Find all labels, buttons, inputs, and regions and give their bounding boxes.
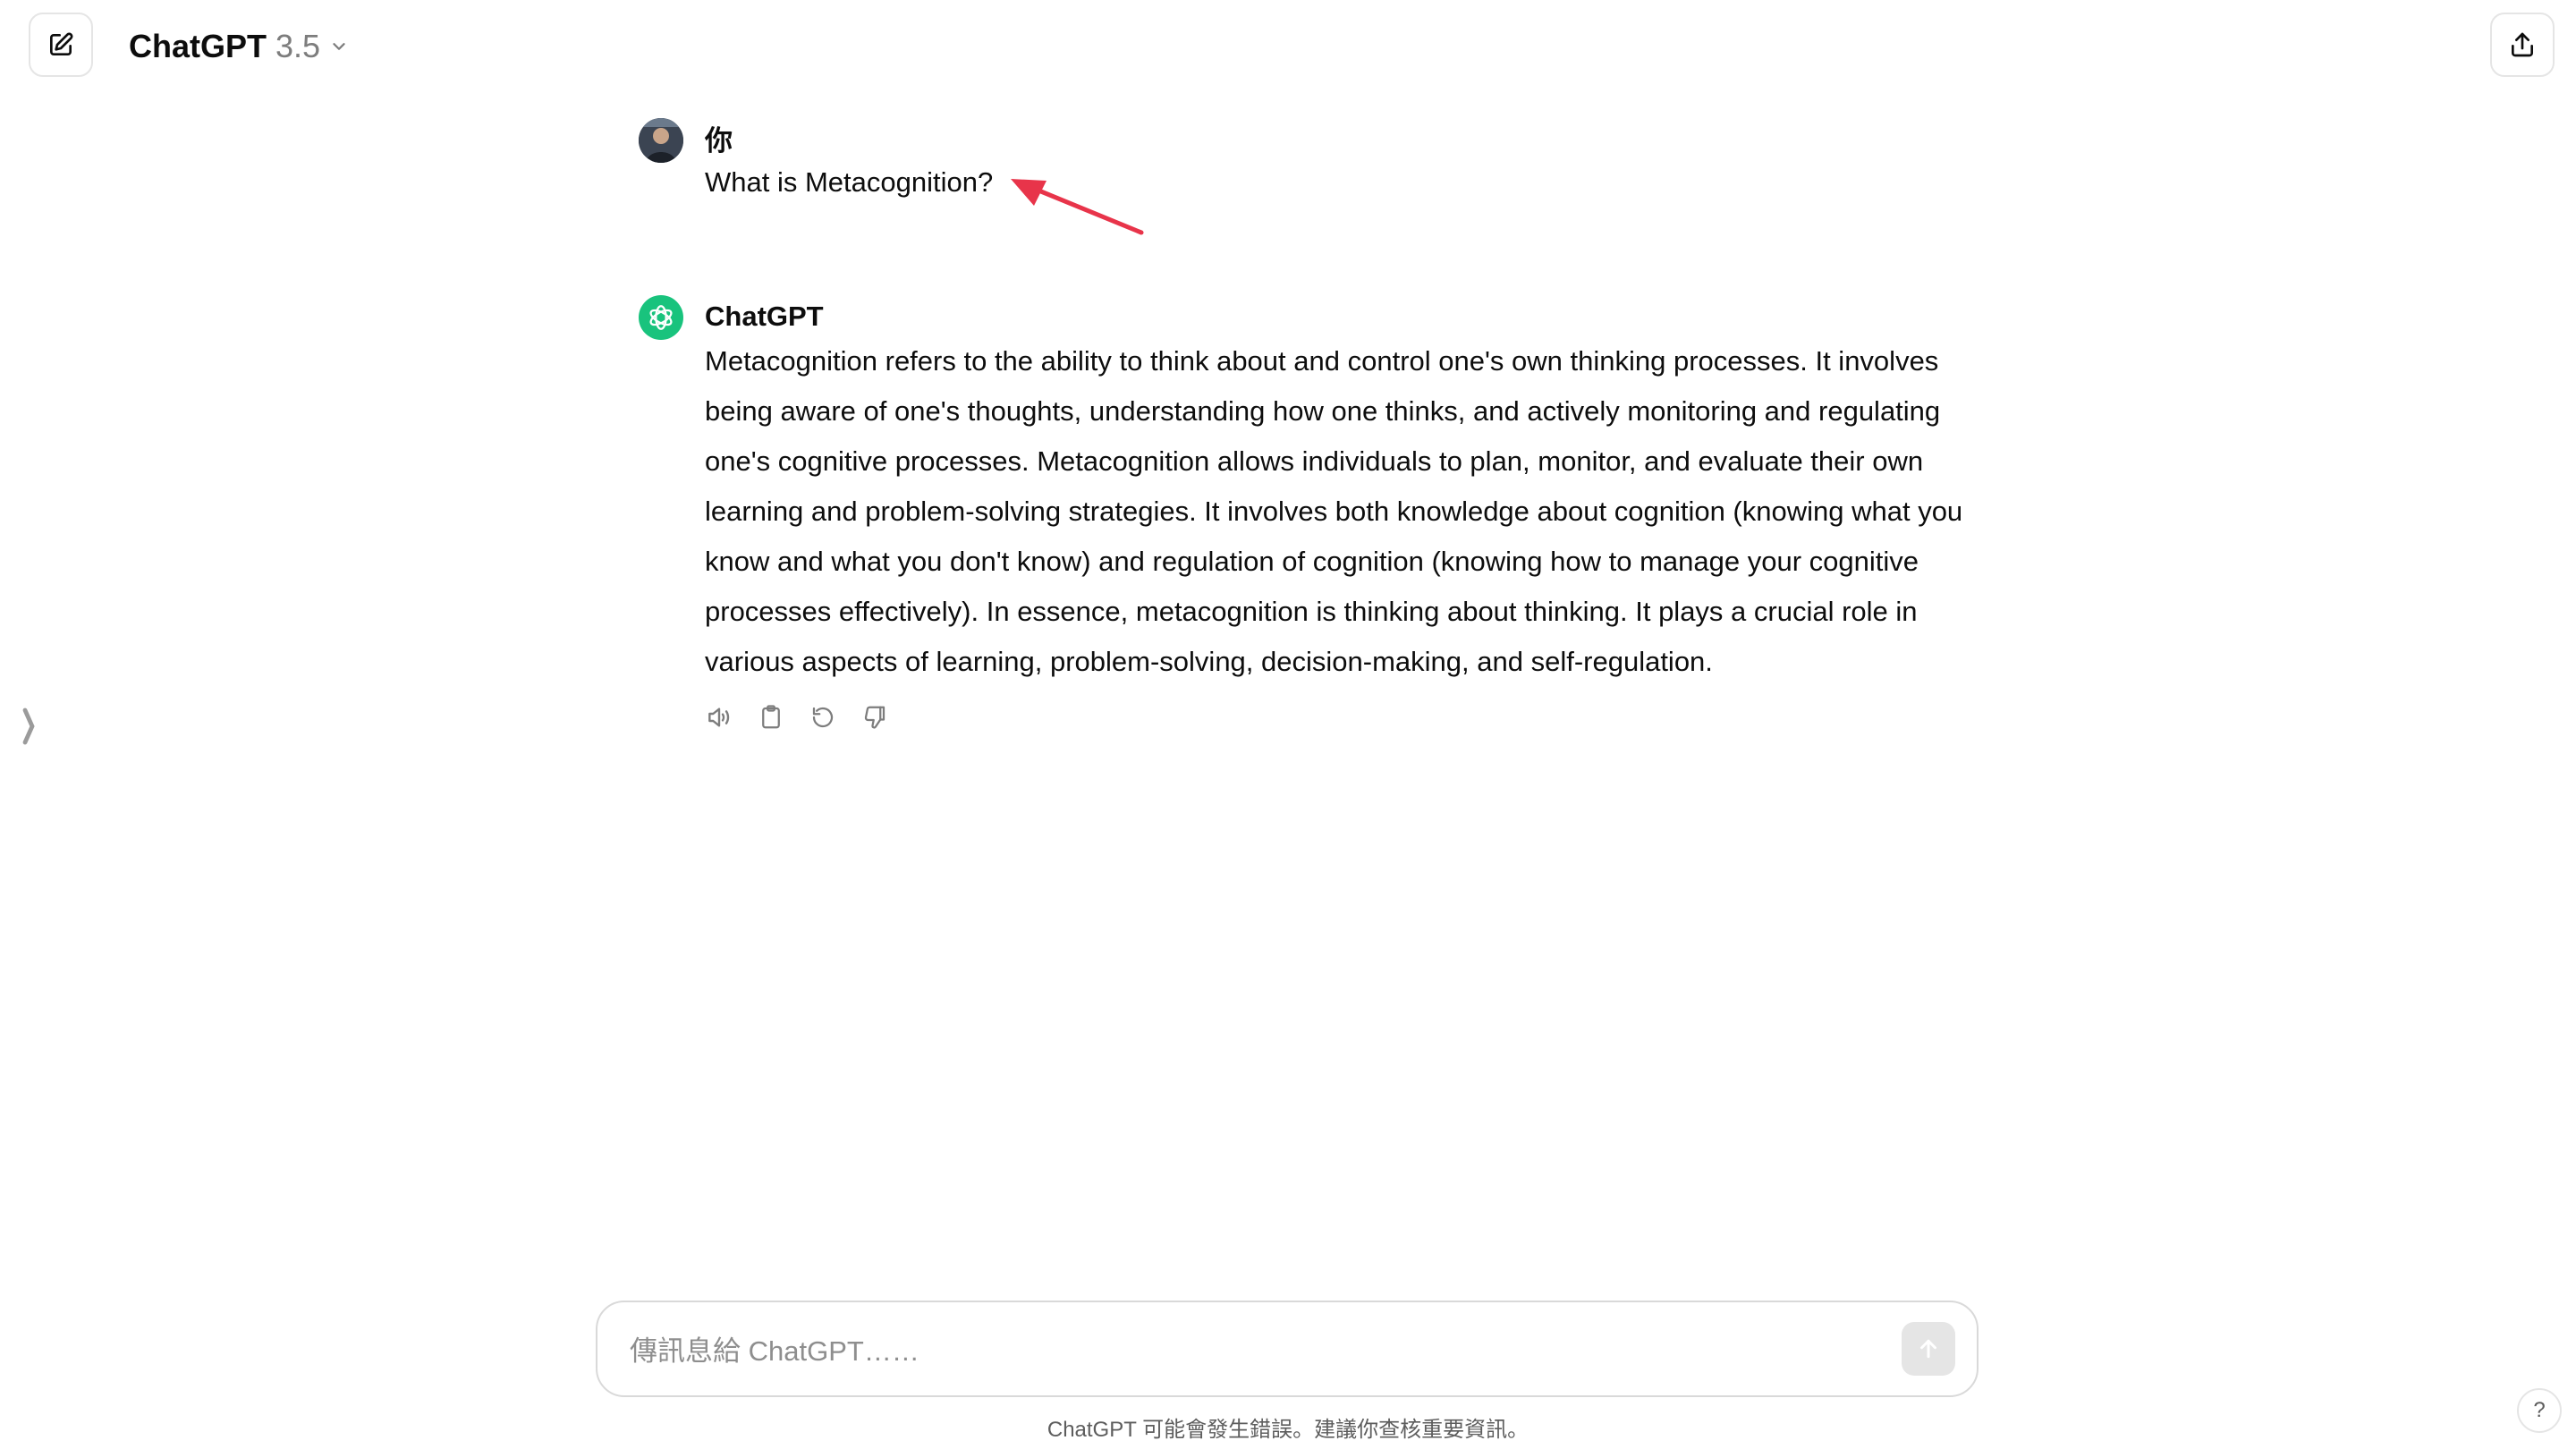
disclaimer-text: ChatGPT 可能會發生錯誤。建議你查核重要資訊。 (1046, 1418, 1530, 1442)
message-composer (596, 1301, 1979, 1397)
model-switcher[interactable]: ChatGPT 3.5 (129, 21, 349, 72)
bad-response-button[interactable] (860, 703, 889, 732)
sidebar-open-icon (22, 708, 35, 745)
sidebar-toggle[interactable] (18, 707, 39, 746)
edit-icon (50, 32, 73, 55)
annotation-arrow-icon (1011, 179, 1144, 235)
chat-page: ChatGPT 3.5 你 What is Metacognition? Cha… (0, 0, 2576, 1449)
help-label: ? (2533, 1398, 2546, 1422)
user-author-label: 你 (705, 125, 733, 157)
share-icon (2512, 32, 2533, 57)
user-avatar (639, 118, 683, 163)
user-message-text: What is Metacognition? (705, 166, 994, 198)
assistant-author-label: ChatGPT (705, 301, 824, 332)
share-button[interactable] (2490, 13, 2555, 77)
user-message: 你 What is Metacognition? (639, 118, 1953, 202)
clipboard-icon (762, 705, 780, 729)
thumbs-down-icon (864, 706, 886, 729)
chevron-down-icon (333, 43, 345, 50)
regenerate-button[interactable] (809, 703, 837, 732)
chatgpt-avatar (639, 295, 683, 340)
speaker-icon (708, 708, 730, 727)
help-button[interactable]: ? (2517, 1388, 2562, 1433)
new-chat-button[interactable] (29, 13, 93, 77)
message-input[interactable] (628, 1326, 1866, 1377)
user-avatar-image (639, 118, 683, 163)
read-aloud-button[interactable] (705, 703, 733, 732)
assistant-message-text: Metacognition refers to the ability to t… (705, 345, 1963, 677)
send-button[interactable] (1902, 1322, 1955, 1376)
model-version: 3.5 (275, 28, 321, 64)
arrow-up-icon (1920, 1339, 1936, 1359)
copy-button[interactable] (757, 703, 785, 732)
model-name: ChatGPT (129, 28, 267, 64)
openai-logo-icon (649, 305, 673, 330)
regenerate-icon (812, 707, 834, 728)
message-actions (705, 703, 1953, 732)
assistant-message: ChatGPT Metacognition refers to the abil… (639, 295, 1962, 732)
